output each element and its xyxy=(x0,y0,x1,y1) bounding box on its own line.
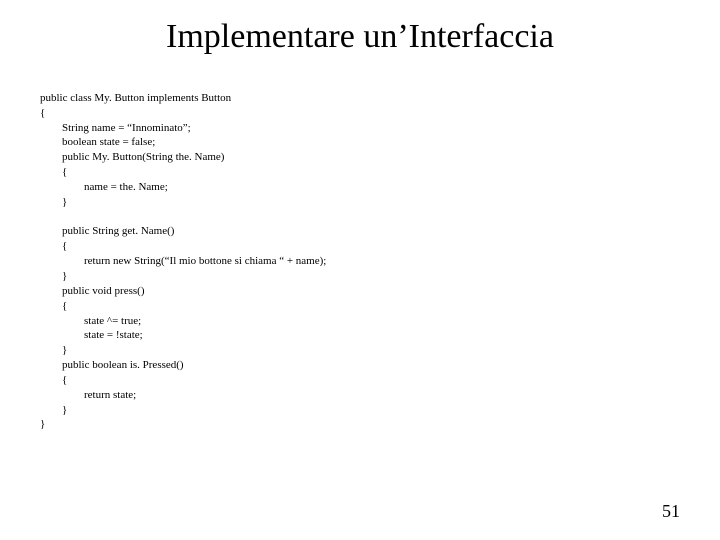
code-line: public boolean is. Pressed() xyxy=(62,359,184,371)
page-number: 51 xyxy=(662,501,680,522)
code-line: name = the. Name; xyxy=(84,181,168,193)
code-line: String name = “Innominato”; xyxy=(62,122,191,134)
code-line: { xyxy=(62,166,67,178)
code-line: { xyxy=(62,374,67,386)
code-line: return state; xyxy=(84,389,136,401)
code-line: state ^= true; xyxy=(84,315,141,327)
code-line: return new String(“Il mio bottone si chi… xyxy=(84,255,326,267)
code-line: } xyxy=(62,270,67,282)
code-line: state = !state; xyxy=(84,329,143,341)
code-line: public String get. Name() xyxy=(62,225,174,237)
code-line: public class My. Button implements Butto… xyxy=(40,92,231,104)
code-line: public void press() xyxy=(62,285,144,297)
code-line: { xyxy=(62,300,67,312)
code-line: public My. Button(String the. Name) xyxy=(62,151,224,163)
code-line: { xyxy=(40,107,45,119)
code-line: { xyxy=(62,240,67,252)
slide-title: Implementare un’Interfaccia xyxy=(0,0,720,76)
code-line: } xyxy=(62,196,67,208)
code-line: boolean state = false; xyxy=(62,136,155,148)
code-line: } xyxy=(62,404,67,416)
code-line: } xyxy=(62,344,67,356)
code-line: } xyxy=(40,418,45,430)
code-block: public class My. Button implements Butto… xyxy=(0,76,720,432)
